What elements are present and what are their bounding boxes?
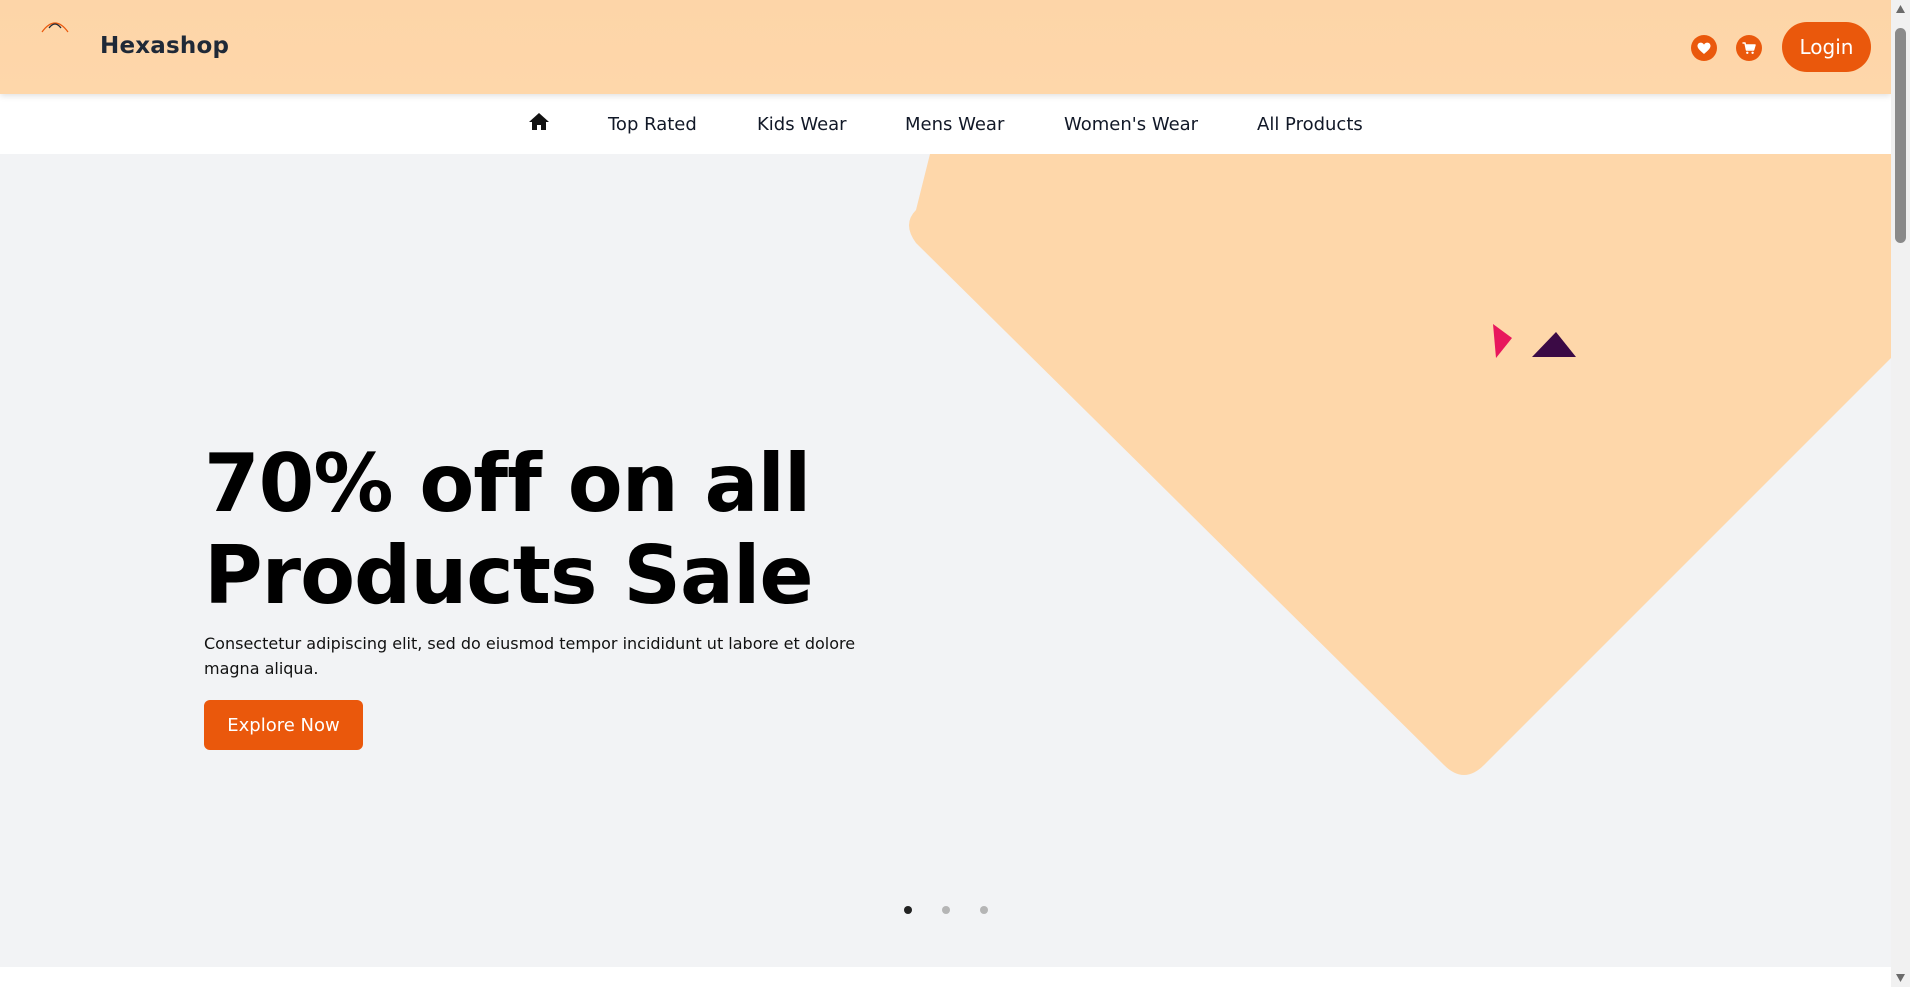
hero-title-line-2: Products Sale [204, 529, 814, 622]
page-bottom-band [0, 967, 1891, 987]
brand-name[interactable]: Hexashop [100, 33, 229, 59]
nav-all-products[interactable]: All Products [1257, 114, 1363, 135]
scroll-down-arrow-icon[interactable] [1895, 973, 1906, 983]
nav-top-rated[interactable]: Top Rated [608, 114, 697, 135]
explore-now-button[interactable]: Explore Now [204, 700, 363, 750]
cart-icon [1742, 41, 1756, 54]
wishlist-button[interactable] [1691, 35, 1717, 61]
carousel-dot-3[interactable] [980, 906, 988, 914]
nav-kids-wear[interactable]: Kids Wear [757, 114, 847, 135]
hero-subtitle: Consectetur adipiscing elit, sed do eius… [204, 634, 856, 678]
carousel-dot-2[interactable] [942, 906, 950, 914]
nav-womens-wear[interactable]: Women's Wear [1064, 114, 1198, 135]
vertical-scrollbar[interactable] [1891, 0, 1910, 987]
page: Hexashop Login Top Rated Kids Wear Mens … [0, 0, 1910, 987]
top-header: Hexashop Login [0, 0, 1891, 94]
carousel-dots [0, 906, 1891, 918]
home-icon[interactable] [528, 112, 550, 132]
hero-title: 70% off on all Products Sale [204, 438, 924, 622]
hero-banner: 70% off on all Products Sale Consectetur… [0, 154, 1891, 967]
scrollbar-thumb[interactable] [1895, 28, 1906, 243]
scroll-up-arrow-icon[interactable] [1895, 4, 1906, 14]
logo-arc-icon[interactable] [38, 18, 72, 34]
login-button[interactable]: Login [1782, 22, 1871, 72]
nav-mens-wear[interactable]: Mens Wear [905, 114, 1004, 135]
category-nav: Top Rated Kids Wear Mens Wear Women's We… [0, 94, 1891, 154]
hero-title-line-1: 70% off on all [204, 437, 811, 530]
carousel-dot-1[interactable] [904, 906, 912, 914]
cart-button[interactable] [1736, 35, 1762, 61]
heart-icon [1697, 42, 1711, 54]
